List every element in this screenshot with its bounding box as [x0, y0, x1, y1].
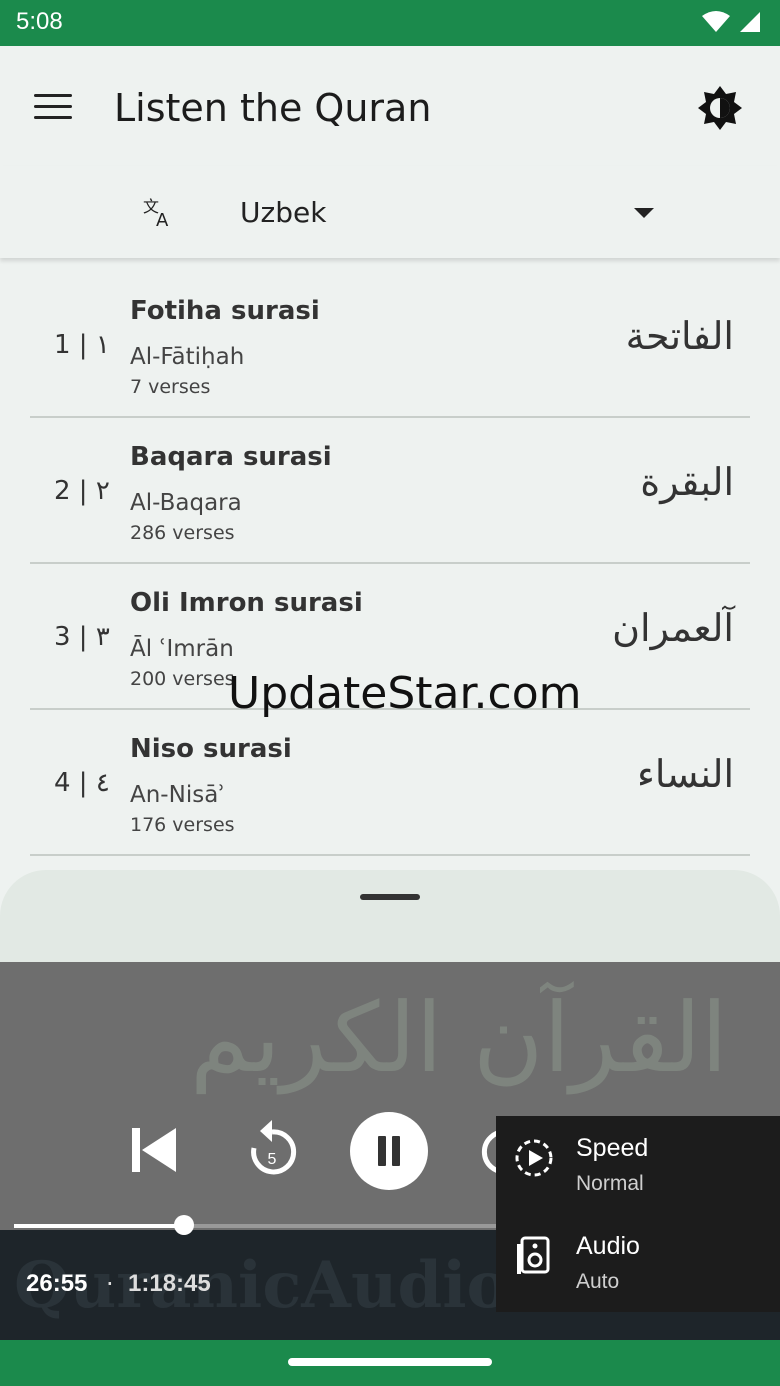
surah-name: Niso surasi [130, 734, 292, 764]
page-title: Listen the Quran [114, 86, 432, 130]
rewind-5-icon[interactable]: 5 [246, 1118, 298, 1178]
time-separator: · [106, 1270, 114, 1298]
duration: 1:18:45 [128, 1270, 211, 1297]
language-value: Uzbek [240, 196, 327, 229]
language-selector[interactable]: 文 A Uzbek [0, 166, 780, 258]
surah-number: 3 | ٣ [54, 622, 110, 652]
speed-menu-item[interactable]: Speed Normal [496, 1116, 780, 1214]
watermark: UpdateStar.com [228, 668, 582, 719]
sheet-drag-handle[interactable] [360, 894, 420, 900]
status-bar: 5:08 [0, 0, 780, 46]
seek-bar[interactable] [14, 1215, 514, 1235]
surah-arabic: الفاتحة [625, 314, 734, 358]
translate-icon: 文 A [142, 196, 174, 231]
playback-speed-icon [515, 1139, 553, 1177]
surah-transliteration: Āl ʿImrān [130, 636, 234, 662]
surah-verses: 176 verses [130, 814, 235, 836]
app-bar: Listen the Quran [0, 46, 780, 166]
surah-arabic: النساء [637, 752, 734, 796]
pause-icon [378, 1136, 386, 1166]
audio-value: Auto [576, 1270, 620, 1293]
player-settings-menu: Speed Normal Audio Auto [496, 1116, 780, 1312]
rewind-seconds: 5 [268, 1151, 277, 1168]
speed-label: Speed [576, 1134, 649, 1162]
status-icons [702, 10, 762, 34]
seek-knob[interactable] [174, 1215, 194, 1235]
surah-name: Oli Imron surasi [130, 588, 363, 618]
surah-number: 4 | ٤ [54, 768, 110, 798]
speaker-icon [517, 1236, 550, 1274]
surah-list: 1 | ١ Fotiha surasi Al-Fātiḥah 7 verses … [0, 272, 780, 856]
surah-arabic: آلعمران [612, 606, 734, 650]
surah-number: 1 | ١ [54, 330, 110, 360]
audio-menu-item[interactable]: Audio Auto [496, 1214, 780, 1312]
home-gesture-handle[interactable] [288, 1358, 492, 1366]
current-time: 26:55 [26, 1270, 88, 1297]
surah-name: Fotiha surasi [130, 296, 320, 326]
navigation-bar [0, 1340, 780, 1386]
surah-transliteration: Al-Baqara [130, 490, 242, 516]
menu-icon[interactable] [34, 94, 72, 120]
artwork-brand-text: QuranicAudio.c [14, 1248, 570, 1323]
seek-progress [14, 1224, 184, 1228]
surah-verses: 286 verses [130, 522, 235, 544]
surah-transliteration: An-Nisāʾ [130, 782, 226, 808]
surah-verses: 7 verses [130, 376, 211, 398]
cell-signal-icon [740, 12, 760, 32]
dropdown-caret-icon[interactable] [634, 208, 654, 218]
audio-label: Audio [576, 1232, 640, 1260]
surah-row[interactable]: 2 | ٢ Baqara surasi Al-Baqara 286 verses… [30, 418, 750, 564]
surah-row[interactable]: 4 | ٤ Niso surasi An-Nisāʾ 176 verses ال… [30, 710, 750, 856]
svg-text:A: A [156, 210, 169, 228]
surah-verses: 200 verses [130, 668, 235, 690]
bottom-sheet [0, 870, 780, 970]
surah-row[interactable]: 1 | ١ Fotiha surasi Al-Fātiḥah 7 verses … [30, 272, 750, 418]
pause-button[interactable] [350, 1112, 428, 1190]
surah-transliteration: Al-Fātiḥah [130, 344, 245, 370]
skip-previous-icon[interactable] [128, 1124, 180, 1176]
artwork-arabic-text: القرآن الكريم [190, 982, 728, 1094]
surah-number: 2 | ٢ [54, 476, 110, 506]
speed-value: Normal [576, 1172, 644, 1195]
status-time: 5:08 [16, 8, 63, 35]
surah-name: Baqara surasi [130, 442, 332, 472]
wifi-icon [702, 11, 730, 32]
brightness-icon[interactable] [696, 84, 744, 132]
surah-arabic: البقرة [640, 460, 734, 504]
